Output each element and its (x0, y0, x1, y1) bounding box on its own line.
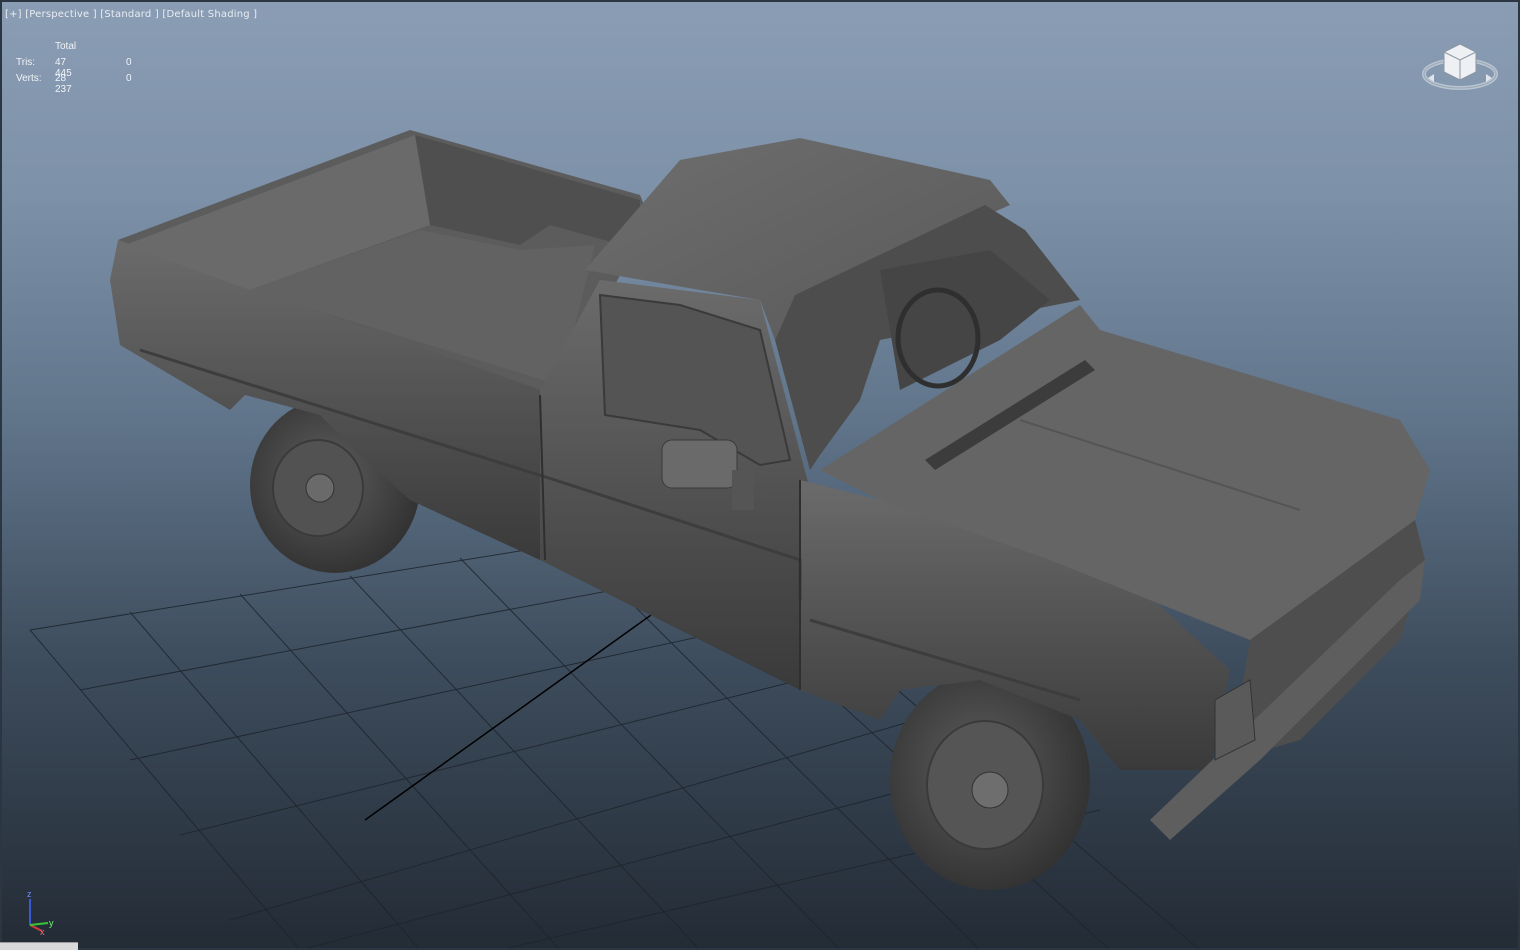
viewport-shading-label[interactable]: [Default Shading ] (162, 9, 257, 20)
perspective-viewport[interactable]: [+] [Perspective ] [Standard ] [Default … (0, 0, 1520, 950)
axis-label-y: y (49, 918, 54, 928)
stats-header: Total (55, 41, 77, 52)
stats-selected: 0 (126, 57, 132, 68)
stats-label: Verts: (16, 73, 42, 84)
viewport-menu-button[interactable]: [+] (5, 9, 22, 20)
viewport-mode-label[interactable]: [Standard ] (100, 9, 159, 20)
stats-selected: 0 (126, 73, 132, 84)
grid-home-axis (364, 604, 666, 821)
viewport-scene (29, 130, 1430, 950)
axis-tripod-icon: z x y (27, 889, 54, 935)
axis-label-x: x (40, 927, 45, 935)
axis-label-z: z (27, 889, 32, 899)
viewport-label-bar: [+] [Perspective ] [Standard ] [Default … (5, 9, 257, 20)
truck-model (110, 130, 1430, 890)
viewcube-icon[interactable] (1420, 34, 1500, 96)
stats-total: 28 237 (55, 73, 72, 95)
stats-label: Tris: (16, 57, 36, 68)
viewport-resize-strip[interactable] (0, 942, 78, 950)
viewport-view-label[interactable]: [Perspective ] (25, 9, 97, 20)
